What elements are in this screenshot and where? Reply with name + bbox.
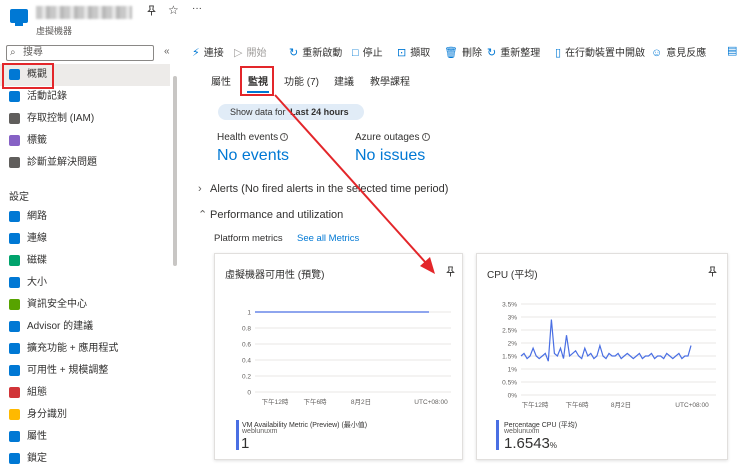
annotation-arrow bbox=[274, 94, 435, 274]
